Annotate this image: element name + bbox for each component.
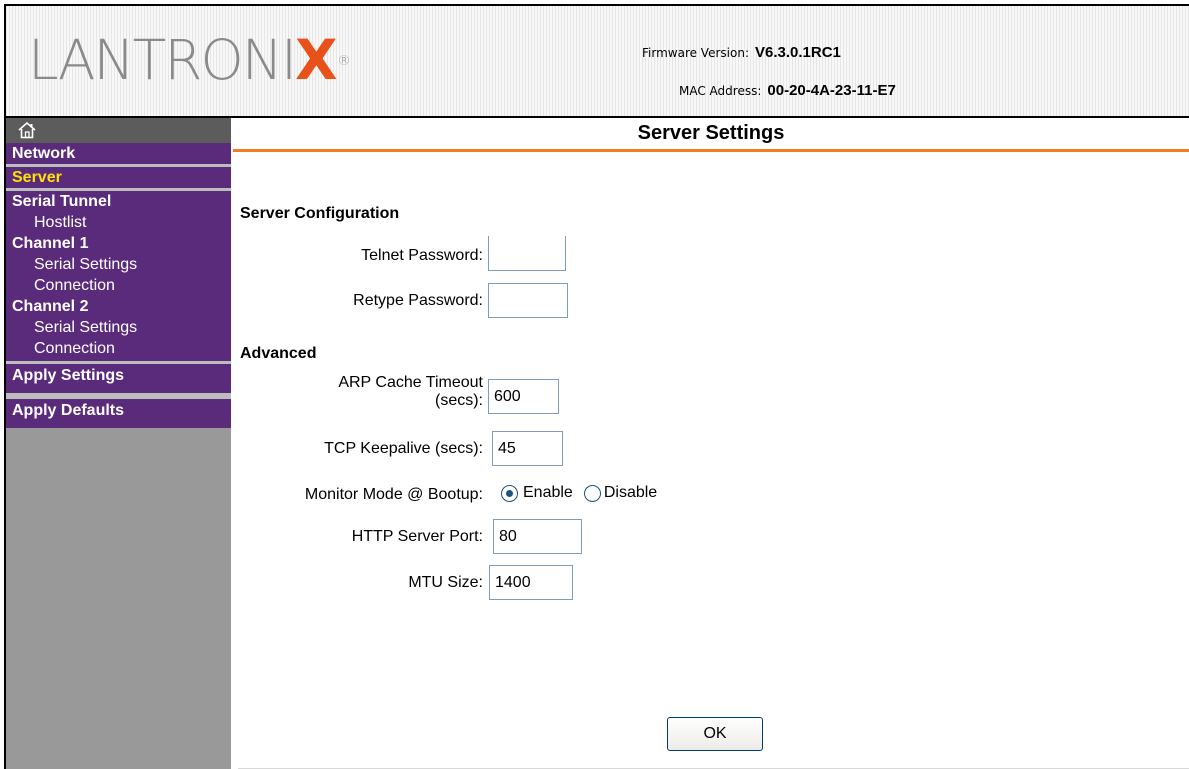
arp-label-line1: ARP Cache Timeout <box>338 374 483 391</box>
nav-server-block: Server <box>6 167 231 188</box>
mtu-size-label: MTU Size: <box>408 574 483 591</box>
arp-label-line2: (secs): <box>435 392 483 409</box>
nav-apply-defaults-block: Apply Defaults <box>6 399 231 428</box>
home-icon[interactable] <box>18 122 36 139</box>
monitor-disable-radio[interactable] <box>583 484 601 502</box>
firmware-version: Firmware Version: V6.3.0.1RC1 <box>642 44 841 61</box>
ok-button[interactable]: OK <box>667 717 763 751</box>
sidebar: Network Server Serial Tunnel Hostlist Ch… <box>6 118 231 769</box>
page-frame: LANTRONIX ® Firmware Version: V6.3.0.1RC1 … <box>4 4 1189 769</box>
retype-password-input[interactable] <box>488 283 568 318</box>
mtu-size-input[interactable] <box>489 565 573 600</box>
mac-label: MAC Address: <box>679 84 762 98</box>
advanced-heading: Advanced <box>240 345 317 362</box>
lantronix-logo: LANTRONIX ® <box>28 28 351 92</box>
sidebar-item-server[interactable]: Server <box>6 167 231 188</box>
arp-cache-timeout-input[interactable] <box>488 379 559 414</box>
monitor-mode-label: Monitor Mode @ Bootup: <box>304 486 483 503</box>
sidebar-item-channel-2-serial-settings[interactable]: Serial Settings <box>6 317 231 338</box>
page-title: Server Settings <box>233 118 1189 152</box>
monitor-enable-label[interactable]: Enable <box>523 484 573 502</box>
telnet-password-input[interactable] <box>488 236 566 271</box>
sidebar-item-channel-2-connection[interactable]: Connection <box>6 338 231 359</box>
sidebar-item-channel-1-connection[interactable]: Connection <box>6 275 231 296</box>
header: LANTRONIX ® Firmware Version: V6.3.0.1RC1 … <box>6 6 1189 118</box>
firmware-value: V6.3.0.1RC1 <box>754 44 841 61</box>
sidebar-item-apply-settings[interactable]: Apply Settings <box>6 364 231 390</box>
firmware-label: Firmware Version: <box>642 46 749 60</box>
monitor-mode-radio-group: Enable Disable <box>501 484 657 502</box>
sidebar-item-serial-tunnel[interactable]: Serial Tunnel <box>6 191 231 212</box>
nav-network-block: Network <box>6 143 231 164</box>
nav-serial-group: Serial Tunnel Hostlist Channel 1 Serial … <box>6 191 231 361</box>
mac-value: 00-20-4A-23-11-E7 <box>767 82 896 99</box>
tcp-keepalive-input[interactable] <box>492 431 563 466</box>
nav-apply-settings-block: Apply Settings <box>6 364 231 393</box>
http-server-port-input[interactable] <box>493 519 582 554</box>
tcp-keepalive-label: TCP Keepalive (secs): <box>324 440 483 457</box>
sidebar-item-hostlist[interactable]: Hostlist <box>6 212 231 233</box>
sidebar-item-channel-1[interactable]: Channel 1 <box>6 233 231 254</box>
http-server-port-label: HTTP Server Port: <box>351 528 483 545</box>
sidebar-item-apply-defaults[interactable]: Apply Defaults <box>6 399 231 425</box>
telnet-password-label: Telnet Password: <box>361 247 483 264</box>
sidebar-item-network[interactable]: Network <box>6 143 231 164</box>
arp-cache-timeout-label: ARP Cache Timeout (secs): <box>243 374 483 410</box>
retype-password-label: Retype Password: <box>353 292 483 309</box>
monitor-disable-label[interactable]: Disable <box>604 484 657 502</box>
home-bar <box>6 118 231 143</box>
main-content: Server Settings Server Configuration Tel… <box>233 118 1189 769</box>
sidebar-item-channel-1-serial-settings[interactable]: Serial Settings <box>6 254 231 275</box>
mac-address: MAC Address: 00-20-4A-23-11-E7 <box>679 82 896 99</box>
monitor-enable-radio[interactable] <box>501 484 518 502</box>
sidebar-item-channel-2[interactable]: Channel 2 <box>6 296 231 317</box>
server-configuration-heading: Server Configuration <box>240 205 400 222</box>
